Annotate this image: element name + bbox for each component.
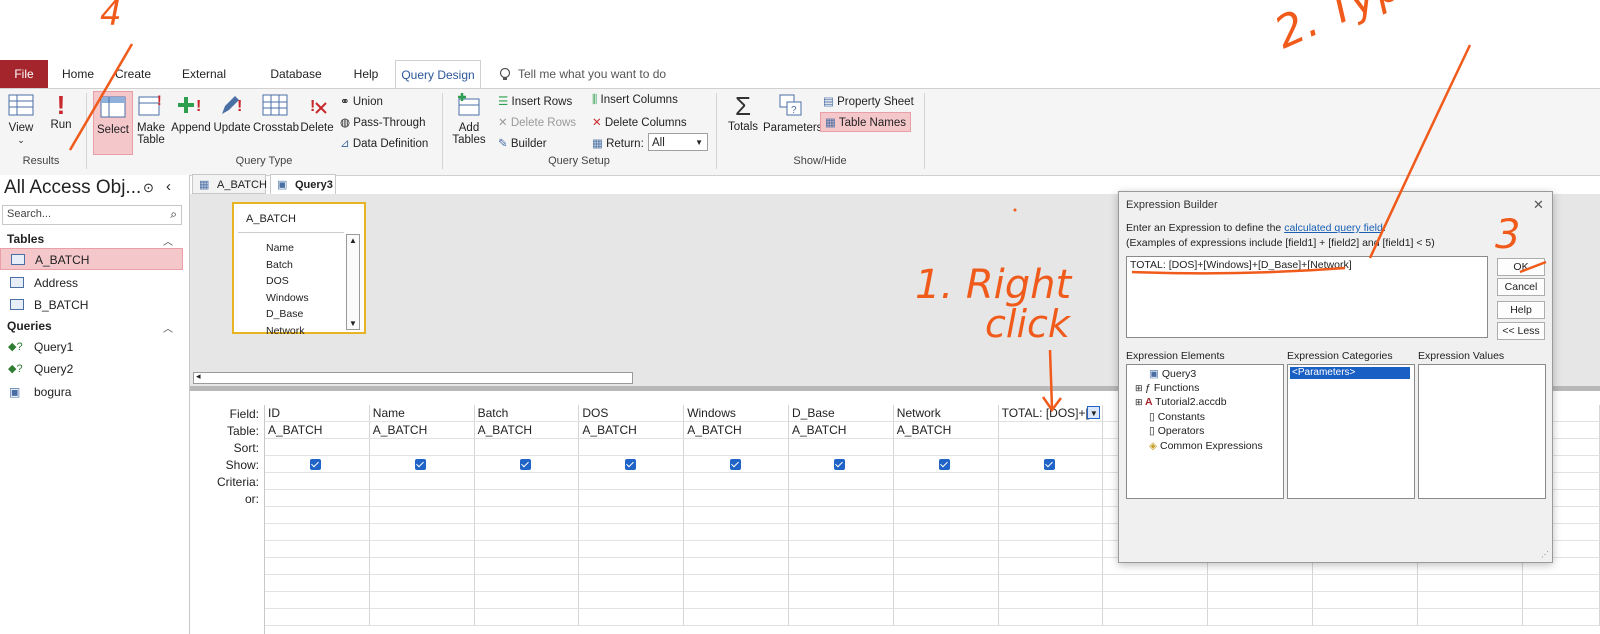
annotation-step-1-line2: click (985, 302, 1070, 346)
annotation-underline (1131, 266, 1346, 275)
annotation-stroke-formula (1368, 44, 1472, 259)
annotation-step-4: 4 (100, 0, 122, 34)
annotation-dot (1013, 208, 1017, 212)
annotation-tick (1519, 260, 1547, 274)
annotation-step-3: 3 (1495, 212, 1521, 258)
annotation-stroke-4 (68, 43, 134, 151)
annotation-arrow-shaft (1048, 349, 1054, 409)
annotation-layer (68, 43, 1547, 413)
